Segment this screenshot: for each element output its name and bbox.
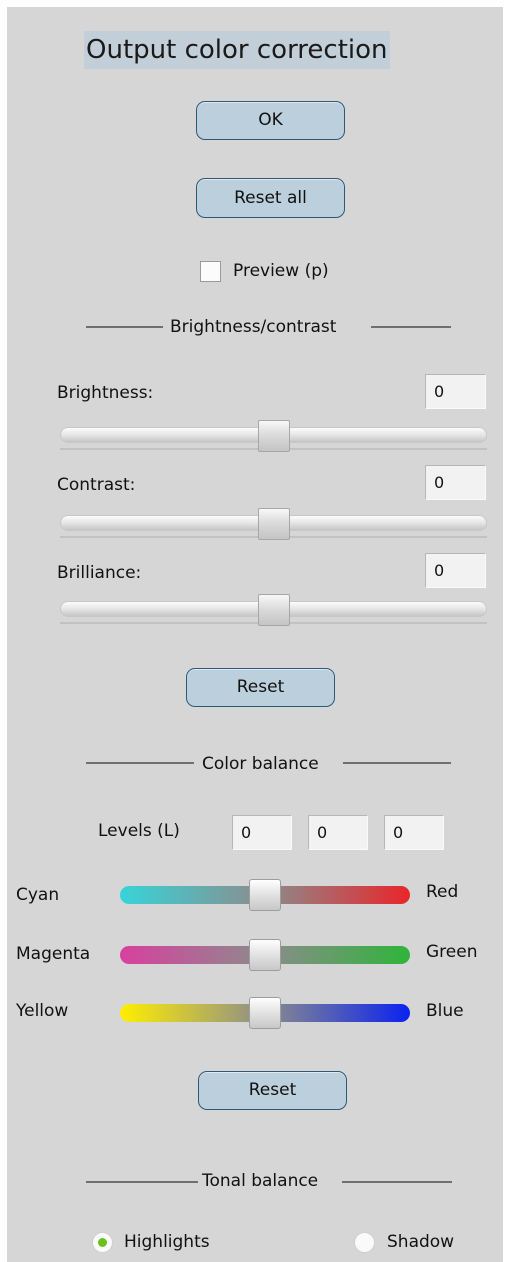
levels-label: Levels (L) [98,821,180,841]
levels-input-1[interactable]: 0 [232,815,292,850]
blue-label: Blue [426,1001,464,1021]
brightness-slider-thumb[interactable] [258,420,290,452]
highlights-label: Highlights [124,1232,210,1252]
levels-input-2[interactable]: 0 [308,815,368,850]
brightness-reset-button[interactable]: Reset [186,668,335,707]
contrast-label: Contrast: [57,475,136,495]
dialog-title: Output color correction [84,31,390,69]
tonal-balance-heading: Tonal balance [202,1171,319,1191]
preview-checkbox[interactable] [200,261,221,282]
brightness-input[interactable]: 0 [425,374,486,409]
green-label: Green [426,942,478,962]
shadow-radio[interactable] [354,1232,375,1253]
section-divider-right [343,762,451,764]
contrast-slider-thumb[interactable] [258,508,290,540]
brightness-label: Brightness: [57,383,154,403]
brightness-contrast-heading: Brightness/contrast [170,317,337,337]
section-divider-right [342,1181,452,1183]
brilliance-slider-thumb[interactable] [258,594,290,626]
section-divider-left [86,762,194,764]
section-divider-right [371,326,451,328]
cyan-label: Cyan [16,885,60,905]
magenta-label: Magenta [16,944,91,964]
color-balance-heading: Color balance [202,754,319,774]
color-balance-reset-button[interactable]: Reset [198,1071,347,1110]
levels-input-3[interactable]: 0 [384,815,444,850]
brilliance-label: Brilliance: [57,563,142,583]
brilliance-input[interactable]: 0 [425,553,486,588]
yellow-blue-slider-thumb[interactable] [249,997,281,1029]
shadow-label: Shadow [387,1232,455,1252]
contrast-input[interactable]: 0 [425,465,486,500]
highlights-radio[interactable] [92,1232,113,1253]
red-label: Red [426,882,459,902]
section-divider-left [86,1181,198,1183]
ok-button[interactable]: OK [196,101,345,140]
preview-label: Preview (p) [233,261,329,281]
cyan-red-slider-thumb[interactable] [249,879,281,911]
yellow-label: Yellow [16,1001,69,1021]
reset-all-button[interactable]: Reset all [196,178,345,218]
section-divider-left [86,326,163,328]
magenta-green-slider-thumb[interactable] [249,939,281,971]
highlights-radio-dot [98,1238,107,1247]
